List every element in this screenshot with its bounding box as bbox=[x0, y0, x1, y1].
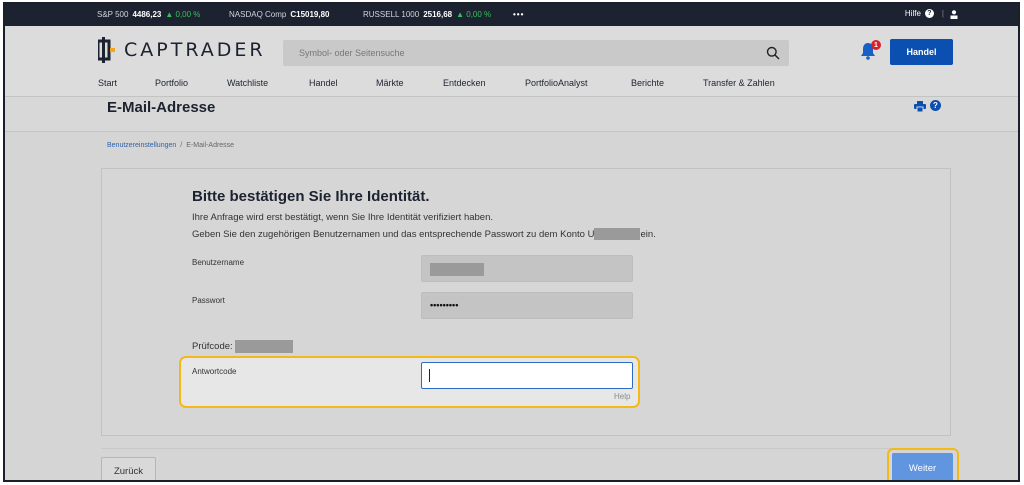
nav-item-portfolio[interactable]: Portfolio bbox=[155, 78, 188, 88]
search-icon[interactable] bbox=[766, 46, 780, 60]
brand-name: CAPTRADER bbox=[124, 39, 266, 61]
username-label: Benutzername bbox=[192, 258, 245, 267]
ticker-nasdaq[interactable]: NASDAQ Comp C15019,80 bbox=[229, 10, 330, 19]
instruction-prefix: Geben Sie den zugehörigen Benutzernamen … bbox=[192, 228, 595, 240]
divider bbox=[101, 448, 951, 449]
ticker-name: S&P 500 bbox=[97, 10, 129, 19]
ticker-value: 4486,23 bbox=[132, 10, 162, 19]
form-description: Ihre Anfrage wird erst bestätigt, wenn S… bbox=[192, 212, 493, 223]
ticker-change: ▲ 0,00 % bbox=[165, 10, 201, 19]
page-title-bar: E-Mail-Adresse ? bbox=[5, 96, 1018, 132]
help-menu[interactable]: Hilfe ? | bbox=[905, 9, 948, 18]
password-label: Passwort bbox=[192, 296, 225, 305]
help-link[interactable]: Help bbox=[614, 392, 630, 401]
password-field[interactable]: ••••••••• bbox=[421, 292, 633, 319]
text-caret bbox=[429, 369, 430, 382]
logo-mark-icon bbox=[98, 37, 115, 63]
check-code-label: Prüfcode: bbox=[192, 341, 233, 352]
ticker-value: C15019,80 bbox=[290, 10, 330, 19]
user-icon[interactable] bbox=[950, 10, 958, 19]
answer-code-input[interactable] bbox=[421, 362, 633, 389]
help-icon[interactable]: ? bbox=[930, 100, 941, 111]
redacted-check-code bbox=[234, 340, 293, 353]
next-button[interactable]: Weiter bbox=[892, 453, 953, 480]
nav-item-watchlist[interactable]: Watchliste bbox=[227, 78, 268, 88]
help-label: Hilfe bbox=[904, 9, 921, 18]
nav-item-trade[interactable]: Handel bbox=[309, 78, 338, 88]
notification-badge: 1 bbox=[871, 40, 881, 50]
ticker-more-button[interactable]: ••• bbox=[513, 10, 524, 19]
site-header: CAPTRADER 1 Handel Start Portfolio Watch… bbox=[5, 26, 1018, 96]
answer-code-label: Antwortcode bbox=[192, 367, 237, 376]
print-icon[interactable] bbox=[914, 101, 926, 112]
check-code: Prüfcode: bbox=[192, 340, 293, 353]
ticker-russell[interactable]: RUSSELL 1000 2516,68 ▲ 0,00 % bbox=[363, 10, 491, 19]
search-input[interactable] bbox=[283, 40, 743, 66]
form-heading: Bitte bestätigen Sie Ihre Identität. bbox=[192, 188, 430, 205]
nav-item-discover[interactable]: Entdecken bbox=[443, 78, 486, 88]
form-instruction: Geben Sie den zugehörigen Benutzernamen … bbox=[192, 228, 656, 240]
more-icon: ••• bbox=[513, 10, 525, 19]
trade-button[interactable]: Handel bbox=[890, 39, 953, 65]
nav-item-transfer[interactable]: Transfer & Zahlen bbox=[703, 78, 775, 88]
redacted-account-number bbox=[594, 228, 641, 240]
ticker-name: RUSSELL 1000 bbox=[363, 10, 420, 19]
password-value: ••••••••• bbox=[430, 300, 459, 310]
divider: | bbox=[941, 9, 944, 18]
breadcrumb-link-settings[interactable]: Benutzereinstellungen bbox=[107, 142, 176, 149]
help-icon: ? bbox=[924, 9, 934, 18]
nav-item-portfolioanalyst[interactable]: PortfolioAnalyst bbox=[525, 78, 588, 88]
main-nav: Start Portfolio Watchliste Handel Märkte… bbox=[5, 78, 1018, 92]
instruction-suffix: ein. bbox=[640, 228, 656, 240]
ticker-sp500[interactable]: S&P 500 4486,23 ▲ 0,00 % bbox=[97, 10, 200, 19]
captrader-logo[interactable]: CAPTRADER bbox=[98, 37, 266, 63]
ticker-value: 2516,68 bbox=[423, 10, 453, 19]
redacted-username bbox=[430, 263, 484, 276]
breadcrumb-separator: / bbox=[180, 142, 183, 149]
ticker-name: NASDAQ Comp bbox=[229, 10, 287, 19]
nav-item-reports[interactable]: Berichte bbox=[631, 78, 664, 88]
nav-item-markets[interactable]: Märkte bbox=[376, 78, 404, 88]
market-ticker: S&P 500 4486,23 ▲ 0,00 % NASDAQ Comp C15… bbox=[5, 4, 1018, 26]
username-field[interactable] bbox=[421, 255, 633, 282]
search-bar bbox=[283, 40, 789, 66]
back-button[interactable]: Zurück bbox=[101, 457, 156, 480]
breadcrumb-current: E-Mail-Adresse bbox=[186, 142, 235, 149]
ticker-change: ▲ 0,00 % bbox=[456, 10, 492, 19]
breadcrumb: Benutzereinstellungen / E-Mail-Adresse bbox=[107, 142, 234, 149]
nav-item-start[interactable]: Start bbox=[98, 78, 117, 88]
app-window: S&P 500 4486,23 ▲ 0,00 % NASDAQ Comp C15… bbox=[3, 2, 1020, 482]
page-title: E-Mail-Adresse bbox=[107, 99, 216, 116]
